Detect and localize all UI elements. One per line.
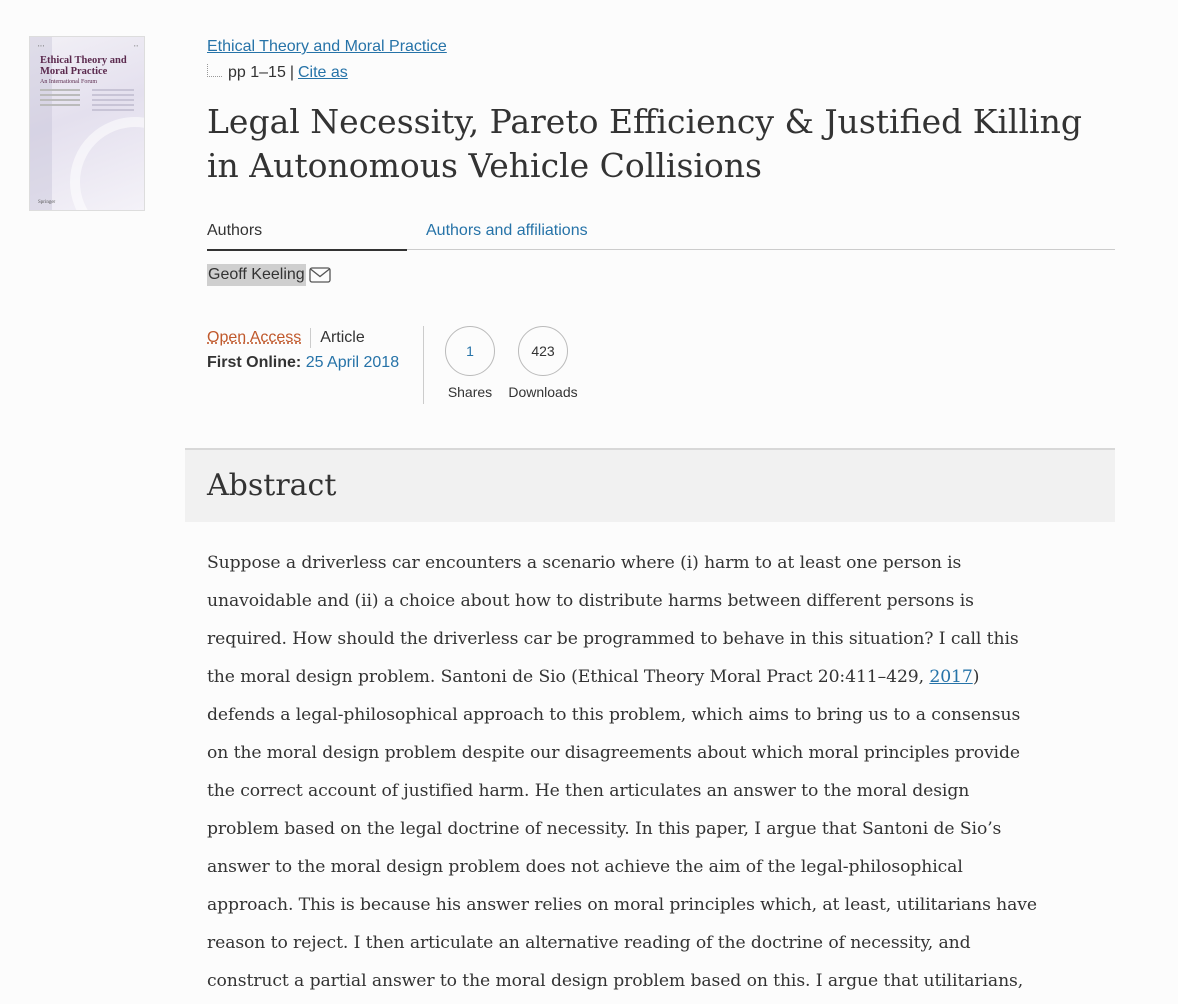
- abstract-line: Suppose a driverless car encounters a sc…: [207, 553, 962, 573]
- downloads-metric: 423 Downloads: [506, 326, 580, 400]
- cover-swirl-graphic: [70, 117, 144, 210]
- abstract-line-text: the moral design problem. Santoni de Sio…: [207, 667, 930, 687]
- reference-link-2017[interactable]: 2017: [929, 667, 972, 687]
- cover-journal-title: Ethical Theory and Moral Practice: [40, 55, 127, 77]
- mail-icon[interactable]: [309, 267, 331, 283]
- shares-label: Shares: [447, 384, 493, 400]
- abstract-line: required. How should the driverless car …: [207, 629, 1019, 649]
- journal-link[interactable]: Ethical Theory and Moral Practice: [207, 38, 447, 56]
- abstract-heading: Abstract: [207, 468, 337, 503]
- abstract-line: problem based on the legal doctrine of n…: [207, 819, 1002, 839]
- article-type: Article: [320, 329, 365, 346]
- first-online-label: First Online:: [207, 354, 302, 371]
- meta-divider: [310, 328, 312, 348]
- abstract-line: approach. This is because his answer rel…: [207, 895, 1037, 915]
- abstract-line: on the moral design problem despite our …: [207, 743, 1020, 763]
- author-row: Geoff Keeling: [207, 264, 331, 286]
- metrics-divider: [423, 326, 424, 404]
- pages-row: pp 1–15 | Cite as: [207, 63, 348, 82]
- downloads-label: Downloads: [508, 384, 578, 400]
- reference-close-paren: ): [972, 667, 980, 687]
- author-name[interactable]: Geoff Keeling: [207, 264, 306, 286]
- abstract-section-header: Abstract: [185, 448, 1115, 522]
- author-tabs: Authors Authors and affiliations: [207, 218, 1115, 251]
- shares-metric[interactable]: 1 Shares: [445, 326, 495, 400]
- downloads-count: 423: [518, 326, 568, 376]
- abstract-body: Suppose a driverless car encounters a sc…: [207, 544, 1122, 1000]
- article-page: ▪ ▪ ▪ ▪ ▪ Ethical Theory and Moral Practi…: [0, 0, 1178, 1004]
- abstract-line-with-reference: the moral design problem. Santoni de Sio…: [207, 658, 1122, 696]
- abstract-line: the correct account of justified harm. H…: [207, 781, 970, 801]
- abstract-line: unavoidable and (ii) a choice about how …: [207, 591, 974, 611]
- journal-cover-image[interactable]: ▪ ▪ ▪ ▪ ▪ Ethical Theory and Moral Practi…: [29, 36, 145, 211]
- cite-as-link[interactable]: Cite as: [298, 64, 348, 82]
- cover-text-lines-right: [92, 89, 134, 114]
- abstract-line: construct a partial answer to the moral …: [207, 971, 1024, 991]
- tab-authors-and-affiliations[interactable]: Authors and affiliations: [426, 222, 588, 240]
- tab-authors[interactable]: Authors: [207, 222, 407, 251]
- abstract-line: defends a legal-philosophical approach t…: [207, 705, 1021, 725]
- cover-topline: ▪ ▪ ▪ ▪ ▪: [38, 43, 138, 48]
- separator: |: [289, 64, 294, 81]
- tree-connector: [207, 63, 222, 77]
- abstract-line: answer to the moral design problem does …: [207, 857, 963, 877]
- article-meta: Open Access Article First Online: 25 Apr…: [207, 328, 399, 372]
- page-range: pp 1–15: [228, 64, 286, 81]
- first-online-date[interactable]: 25 April 2018: [306, 354, 399, 371]
- article-title: Legal Necessity, Pareto Efficiency & Jus…: [207, 102, 1082, 185]
- cover-subtitle: An International Forum: [40, 79, 97, 85]
- open-access-badge[interactable]: Open Access: [207, 329, 301, 347]
- cover-text-lines: [40, 89, 80, 109]
- shares-count[interactable]: 1: [445, 326, 495, 376]
- abstract-line: reason to reject. I then articulate an a…: [207, 933, 971, 953]
- cover-publisher: Springer: [38, 200, 56, 205]
